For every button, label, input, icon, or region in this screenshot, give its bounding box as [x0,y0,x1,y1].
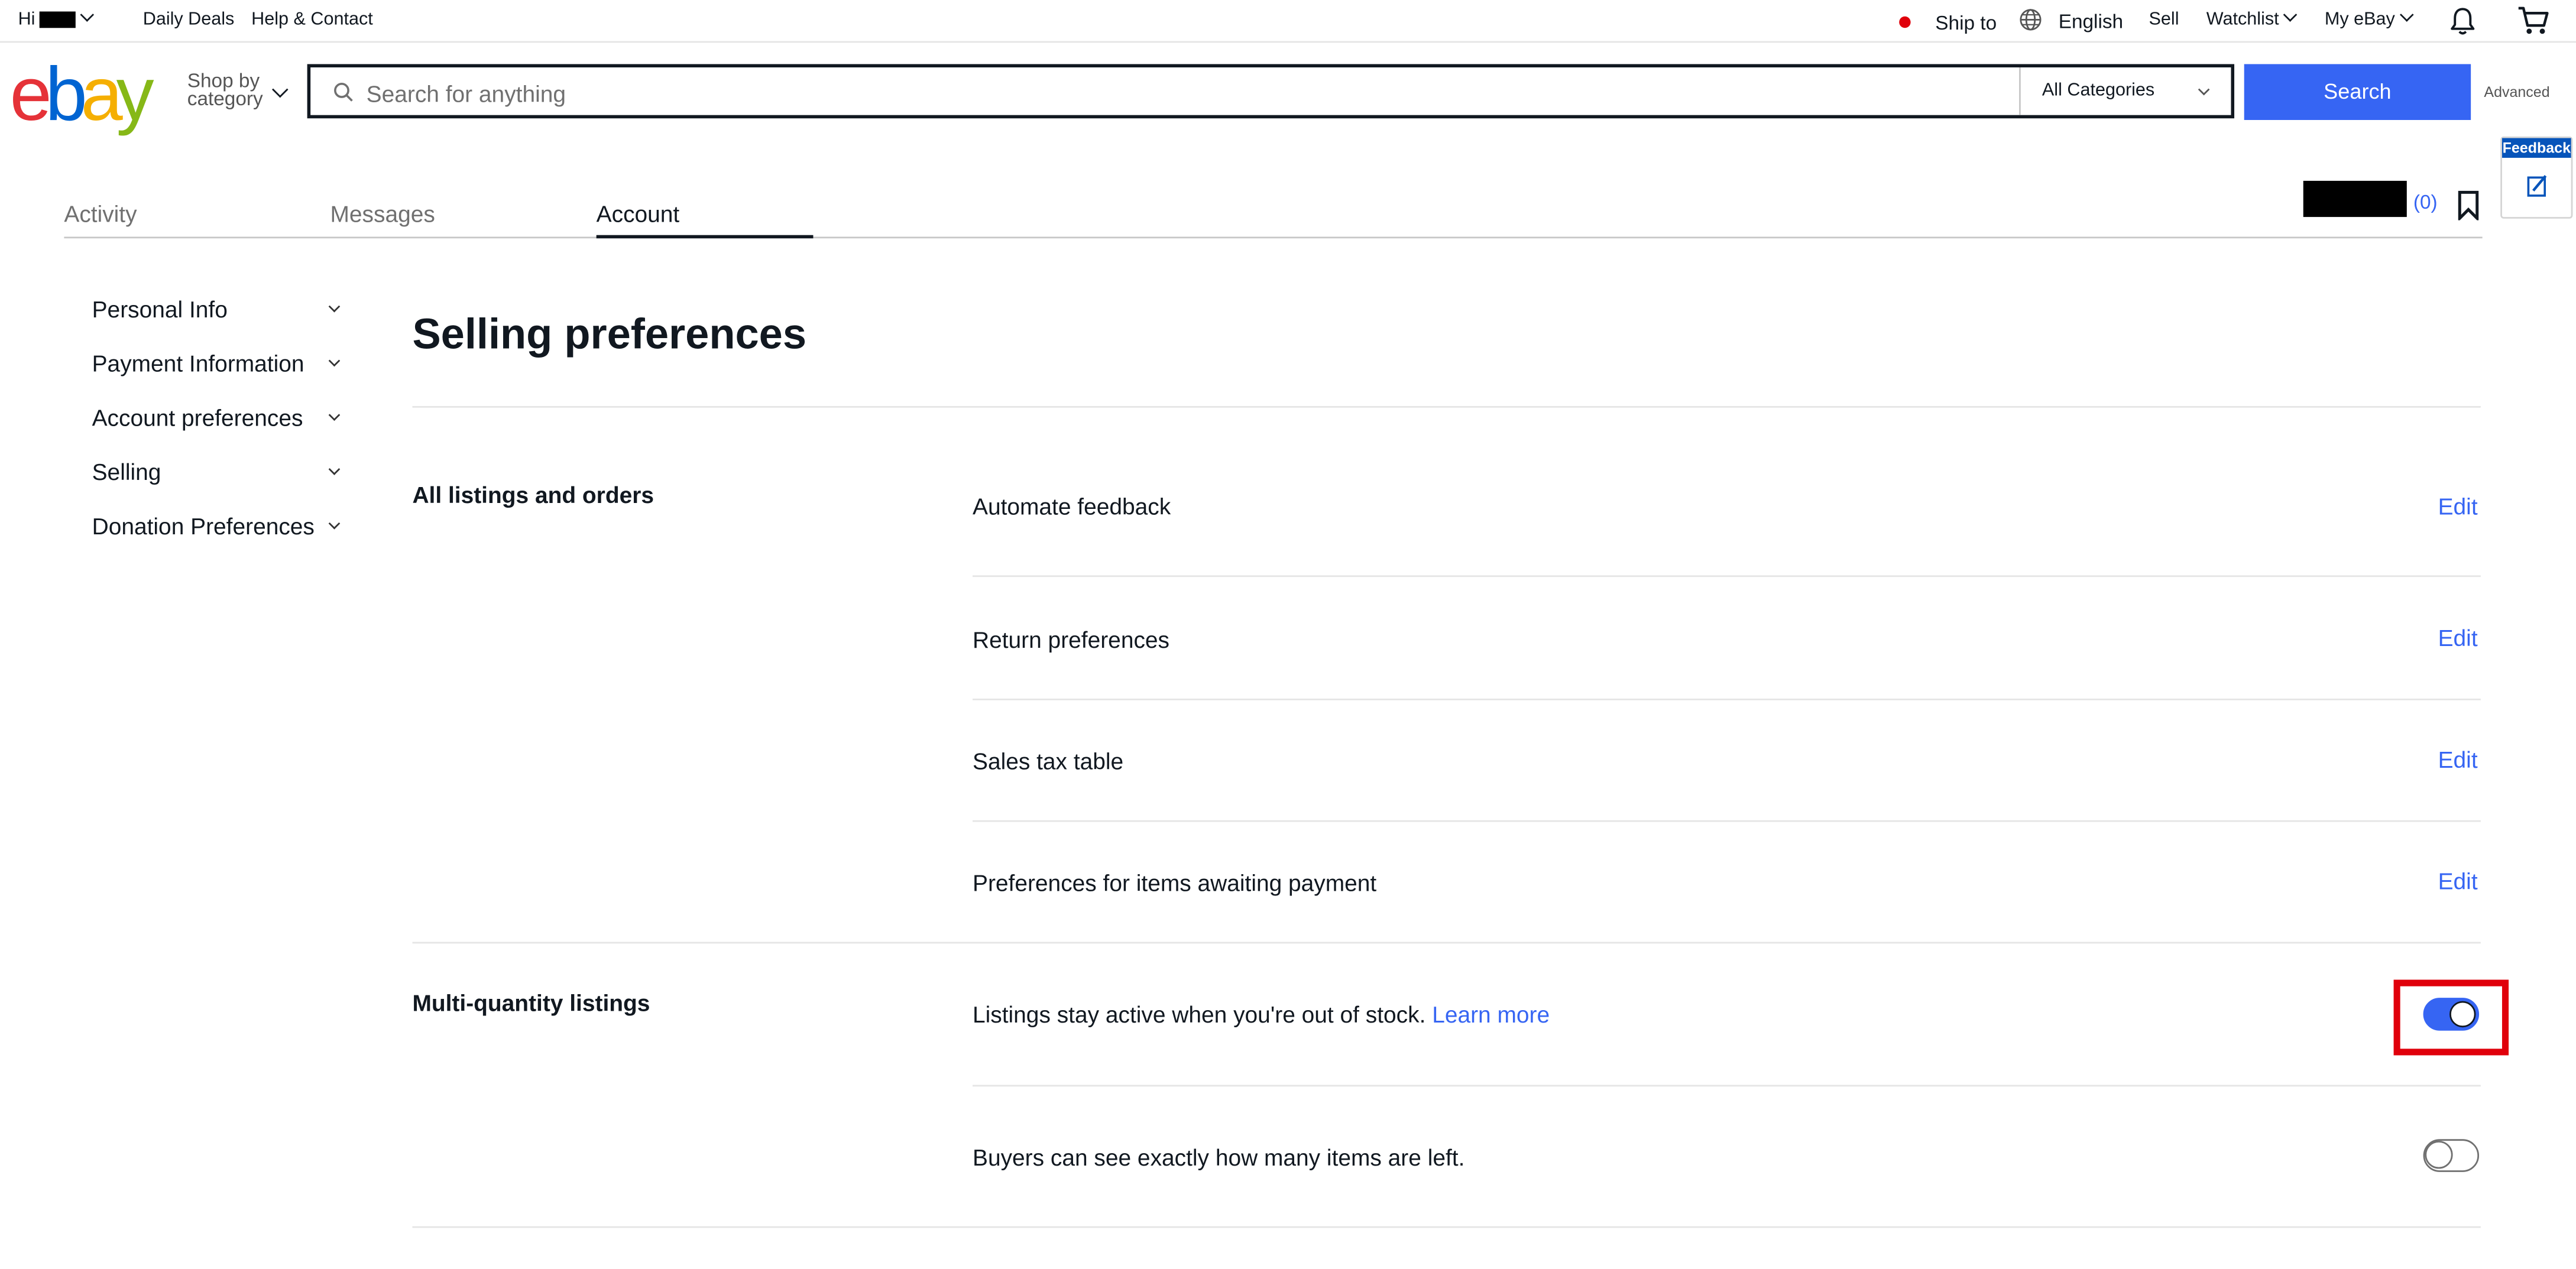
active-tab-indicator [596,235,814,239]
search-bar: All Categories [307,64,2235,119]
my-ebay-menu[interactable]: My eBay [2324,8,2414,30]
tabs-divider [64,236,2483,239]
row-label-listings-stay-active: Listings stay active when you're out of … [973,1001,1550,1027]
logo-letter-y: y [116,51,154,137]
search-icon [334,83,353,102]
greeting-text: Hi [18,9,35,30]
logo-letter-a: a [80,51,123,137]
sidebar-item-personal-info[interactable]: Personal Info [92,296,228,322]
learn-more-link[interactable]: Learn more [1432,1001,1550,1027]
highlight-box [2393,979,2509,1056]
divider [972,1085,2481,1087]
divider [972,575,2481,577]
tab-messages[interactable]: Messages [330,200,435,226]
shop-by-line2: category [187,87,263,111]
sidebar-item-selling[interactable]: Selling [92,459,161,485]
globe-icon [2020,9,2042,31]
watchlist-label: Watchlist [2206,9,2279,30]
sell-link[interactable]: Sell [2149,10,2179,30]
row-label-items-awaiting-payment: Preferences for items awaiting payment [972,869,1377,896]
edit-items-awaiting-payment-button[interactable]: Edit [2438,868,2478,894]
bookmark-icon[interactable] [2458,190,2479,220]
buyers-see-quantity-toggle[interactable] [2423,1139,2480,1172]
logo-letter-b: b [45,51,88,137]
page-title: Selling preferences [412,309,807,359]
logo-letter-e: e [9,51,52,137]
tab-account[interactable]: Account [597,200,680,226]
sidebar-item-payment-information[interactable]: Payment Information [92,350,304,376]
redacted-user-id [2303,180,2407,218]
chevron-down-icon [2198,83,2210,96]
section-title-all-listings: All listings and orders [412,481,654,508]
chevron-down-icon [2283,8,2298,22]
watchlist-menu[interactable]: Watchlist [2206,8,2298,30]
chevron-down-icon [2399,8,2414,22]
cart-icon[interactable] [2517,5,2550,36]
edit-note-icon [2527,175,2547,197]
chevron-down-icon [328,409,341,421]
edit-sales-tax-table-button[interactable]: Edit [2438,747,2478,773]
chevron-down-icon [80,8,95,22]
listings-stay-active-text: Listings stay active when you're out of … [972,1001,1426,1028]
divider [972,698,2481,700]
ship-to-flag-icon [1899,16,1911,28]
divider [412,1226,2481,1228]
search-button[interactable]: Search [2244,64,2471,121]
divider [972,820,2481,822]
top-utility-bar: Hi Daily Deals Help & Contact Ship to En… [0,0,2576,43]
edit-return-preferences-button[interactable]: Edit [2438,625,2478,651]
sidebar-item-donation-preferences[interactable]: Donation Preferences [92,513,315,539]
feedback-tab[interactable]: Feedback [2500,136,2573,219]
ebay-logo[interactable]: ebay [10,56,154,132]
chevron-down-icon [328,300,341,313]
row-label-return-preferences: Return preferences [972,626,1170,653]
my-ebay-label: My eBay [2324,9,2395,30]
ship-to-button[interactable]: Ship to [1935,11,1997,34]
page: Hi Daily Deals Help & Contact Ship to En… [0,0,2576,1269]
redacted-username [40,11,77,28]
search-input[interactable] [363,67,2013,119]
chevron-down-icon [272,81,289,98]
divider [412,942,2481,944]
help-contact-link[interactable]: Help & Contact [251,10,373,30]
chevron-down-icon [328,463,341,475]
row-label-automate-feedback: Automate feedback [972,493,1171,520]
daily-deals-link[interactable]: Daily Deals [143,10,235,30]
row-label-sales-tax-table: Sales tax table [972,748,1124,774]
chevron-down-icon [328,355,341,367]
edit-automate-feedback-button[interactable]: Edit [2438,493,2478,519]
shop-by-category-button[interactable]: Shop by category [187,71,263,111]
category-select[interactable]: All Categories [2019,67,2234,115]
notification-bell-icon[interactable] [2449,7,2475,36]
feedback-label: Feedback [2502,138,2571,158]
row-label-buyers-see-quantity: Buyers can see exactly how many items ar… [972,1144,1465,1171]
advanced-search-link[interactable]: Advanced [2484,84,2549,100]
section-title-multi-quantity: Multi-quantity listings [412,989,650,1016]
tab-activity[interactable]: Activity [64,200,137,226]
category-selected-label: All Categories [2042,80,2155,100]
divider [412,405,2481,408]
language-selector[interactable]: English [2059,10,2123,33]
chevron-down-icon [328,517,341,530]
sidebar-item-account-preferences[interactable]: Account preferences [92,404,303,430]
feedback-score-link[interactable]: (0) [2413,191,2438,214]
toggle-knob [2425,1141,2453,1169]
greeting-menu[interactable]: Hi [18,8,95,30]
